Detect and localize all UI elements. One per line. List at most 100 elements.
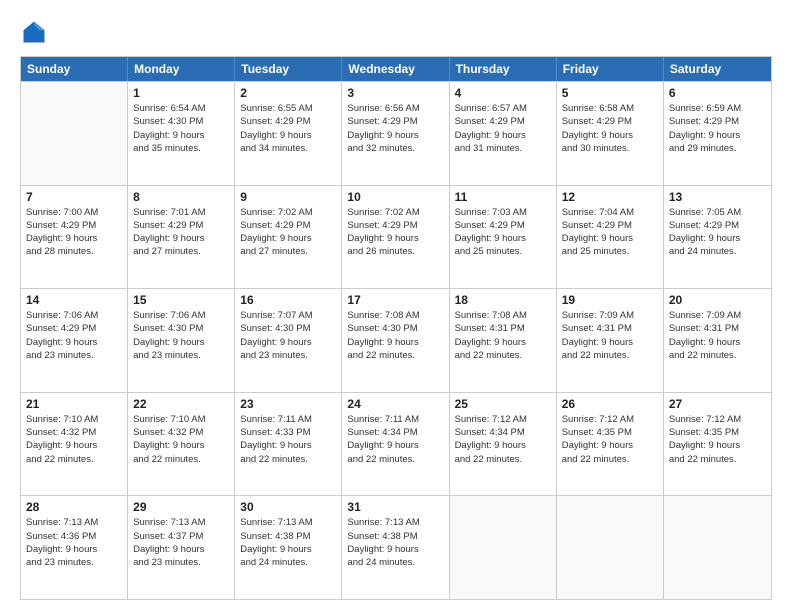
day-number: 5	[562, 86, 658, 100]
day-info: Sunrise: 6:59 AM Sunset: 4:29 PM Dayligh…	[669, 102, 766, 155]
day-info: Sunrise: 7:01 AM Sunset: 4:29 PM Dayligh…	[133, 206, 229, 259]
calendar-cell: 28 Sunrise: 7:13 AM Sunset: 4:36 PM Dayli…	[21, 496, 128, 599]
calendar-cell: 13Sunrise: 7:05 AM Sunset: 4:29 PM Dayli…	[664, 186, 771, 289]
header-day-thursday: Thursday	[450, 57, 557, 81]
calendar-cell: 17 Sunrise: 7:08 AM Sunset: 4:30 PM Dayli…	[342, 289, 449, 392]
day-info: Sunrise: 7:13 AM Sunset: 4:38 PM Dayligh…	[240, 516, 336, 569]
calendar-cell: 20 Sunrise: 7:09 AM Sunset: 4:31 PM Dayli…	[664, 289, 771, 392]
day-info: Sunrise: 7:06 AM Sunset: 4:30 PM Dayligh…	[133, 309, 229, 362]
day-info: Sunrise: 6:54 AM Sunset: 4:30 PM Dayligh…	[133, 102, 229, 155]
day-info: Sunrise: 7:09 AM Sunset: 4:31 PM Dayligh…	[669, 309, 766, 362]
day-number: 26	[562, 397, 658, 411]
day-info: Sunrise: 7:13 AM Sunset: 4:37 PM Dayligh…	[133, 516, 229, 569]
day-number: 14	[26, 293, 122, 307]
calendar-cell: 11 Sunrise: 7:03 AM Sunset: 4:29 PM Dayli…	[450, 186, 557, 289]
day-number: 24	[347, 397, 443, 411]
calendar-week-3: 14 Sunrise: 7:06 AM Sunset: 4:29 PM Dayli…	[21, 288, 771, 392]
calendar-cell: 31 Sunrise: 7:13 AM Sunset: 4:38 PM Dayli…	[342, 496, 449, 599]
calendar-cell: 21 Sunrise: 7:10 AM Sunset: 4:32 PM Dayli…	[21, 393, 128, 496]
day-info: Sunrise: 7:04 AM Sunset: 4:29 PM Dayligh…	[562, 206, 658, 259]
day-info: Sunrise: 7:11 AM Sunset: 4:34 PM Dayligh…	[347, 413, 443, 466]
calendar-week-4: 21 Sunrise: 7:10 AM Sunset: 4:32 PM Dayli…	[21, 392, 771, 496]
day-number: 3	[347, 86, 443, 100]
day-number: 28	[26, 500, 122, 514]
day-number: 7	[26, 190, 122, 204]
calendar-cell: 4 Sunrise: 6:57 AM Sunset: 4:29 PM Daylig…	[450, 82, 557, 185]
day-number: 29	[133, 500, 229, 514]
day-info: Sunrise: 7:13 AM Sunset: 4:38 PM Dayligh…	[347, 516, 443, 569]
header-day-tuesday: Tuesday	[235, 57, 342, 81]
day-info: Sunrise: 6:57 AM Sunset: 4:29 PM Dayligh…	[455, 102, 551, 155]
calendar-cell: 10Sunrise: 7:02 AM Sunset: 4:29 PM Dayli…	[342, 186, 449, 289]
calendar-header: SundayMondayTuesdayWednesdayThursdayFrid…	[21, 57, 771, 81]
calendar-cell: 14 Sunrise: 7:06 AM Sunset: 4:29 PM Dayli…	[21, 289, 128, 392]
day-number: 10	[347, 190, 443, 204]
day-info: Sunrise: 7:11 AM Sunset: 4:33 PM Dayligh…	[240, 413, 336, 466]
calendar-cell	[557, 496, 664, 599]
day-number: 13	[669, 190, 766, 204]
header-day-wednesday: Wednesday	[342, 57, 449, 81]
day-info: Sunrise: 7:07 AM Sunset: 4:30 PM Dayligh…	[240, 309, 336, 362]
page: SundayMondayTuesdayWednesdayThursdayFrid…	[0, 0, 792, 612]
logo	[20, 18, 52, 46]
day-info: Sunrise: 7:12 AM Sunset: 4:35 PM Dayligh…	[669, 413, 766, 466]
calendar-cell: 15 Sunrise: 7:06 AM Sunset: 4:30 PM Dayli…	[128, 289, 235, 392]
day-number: 6	[669, 86, 766, 100]
day-info: Sunrise: 7:10 AM Sunset: 4:32 PM Dayligh…	[26, 413, 122, 466]
day-number: 21	[26, 397, 122, 411]
calendar-cell: 22 Sunrise: 7:10 AM Sunset: 4:32 PM Dayli…	[128, 393, 235, 496]
day-info: Sunrise: 6:58 AM Sunset: 4:29 PM Dayligh…	[562, 102, 658, 155]
day-info: Sunrise: 7:12 AM Sunset: 4:34 PM Dayligh…	[455, 413, 551, 466]
calendar-cell: 8 Sunrise: 7:01 AM Sunset: 4:29 PM Daylig…	[128, 186, 235, 289]
calendar-cell: 25 Sunrise: 7:12 AM Sunset: 4:34 PM Dayli…	[450, 393, 557, 496]
day-info: Sunrise: 7:08 AM Sunset: 4:30 PM Dayligh…	[347, 309, 443, 362]
day-info: Sunrise: 7:09 AM Sunset: 4:31 PM Dayligh…	[562, 309, 658, 362]
day-number: 17	[347, 293, 443, 307]
day-number: 27	[669, 397, 766, 411]
calendar-cell: 26 Sunrise: 7:12 AM Sunset: 4:35 PM Dayli…	[557, 393, 664, 496]
day-number: 31	[347, 500, 443, 514]
day-number: 25	[455, 397, 551, 411]
day-number: 30	[240, 500, 336, 514]
header	[20, 18, 772, 46]
calendar-cell: 23 Sunrise: 7:11 AM Sunset: 4:33 PM Dayli…	[235, 393, 342, 496]
header-day-saturday: Saturday	[664, 57, 771, 81]
day-number: 15	[133, 293, 229, 307]
day-number: 4	[455, 86, 551, 100]
calendar-cell: 9Sunrise: 7:02 AM Sunset: 4:29 PM Daylig…	[235, 186, 342, 289]
calendar-cell: 18Sunrise: 7:08 AM Sunset: 4:31 PM Dayli…	[450, 289, 557, 392]
day-number: 23	[240, 397, 336, 411]
day-info: Sunrise: 7:06 AM Sunset: 4:29 PM Dayligh…	[26, 309, 122, 362]
day-info: Sunrise: 7:03 AM Sunset: 4:29 PM Dayligh…	[455, 206, 551, 259]
calendar-cell: 2Sunrise: 6:55 AM Sunset: 4:29 PM Daylig…	[235, 82, 342, 185]
calendar-cell: 3Sunrise: 6:56 AM Sunset: 4:29 PM Daylig…	[342, 82, 449, 185]
calendar-week-1: 1 Sunrise: 6:54 AM Sunset: 4:30 PM Daylig…	[21, 81, 771, 185]
day-number: 8	[133, 190, 229, 204]
day-info: Sunrise: 7:12 AM Sunset: 4:35 PM Dayligh…	[562, 413, 658, 466]
calendar-cell: 19Sunrise: 7:09 AM Sunset: 4:31 PM Dayli…	[557, 289, 664, 392]
day-number: 11	[455, 190, 551, 204]
calendar-cell: 6 Sunrise: 6:59 AM Sunset: 4:29 PM Daylig…	[664, 82, 771, 185]
header-day-sunday: Sunday	[21, 57, 128, 81]
day-number: 1	[133, 86, 229, 100]
logo-icon	[20, 18, 48, 46]
calendar-cell: 27 Sunrise: 7:12 AM Sunset: 4:35 PM Dayli…	[664, 393, 771, 496]
calendar-cell: 29 Sunrise: 7:13 AM Sunset: 4:37 PM Dayli…	[128, 496, 235, 599]
day-info: Sunrise: 7:08 AM Sunset: 4:31 PM Dayligh…	[455, 309, 551, 362]
day-info: Sunrise: 7:10 AM Sunset: 4:32 PM Dayligh…	[133, 413, 229, 466]
calendar-cell: 16Sunrise: 7:07 AM Sunset: 4:30 PM Dayli…	[235, 289, 342, 392]
calendar-cell: 7 Sunrise: 7:00 AM Sunset: 4:29 PM Daylig…	[21, 186, 128, 289]
calendar-body: 1 Sunrise: 6:54 AM Sunset: 4:30 PM Daylig…	[21, 81, 771, 599]
calendar-cell	[21, 82, 128, 185]
calendar-cell	[664, 496, 771, 599]
calendar-cell	[450, 496, 557, 599]
calendar-cell: 30 Sunrise: 7:13 AM Sunset: 4:38 PM Dayli…	[235, 496, 342, 599]
day-number: 9	[240, 190, 336, 204]
calendar-cell: 5 Sunrise: 6:58 AM Sunset: 4:29 PM Daylig…	[557, 82, 664, 185]
calendar-week-5: 28 Sunrise: 7:13 AM Sunset: 4:36 PM Dayli…	[21, 495, 771, 599]
day-number: 22	[133, 397, 229, 411]
day-number: 2	[240, 86, 336, 100]
day-number: 20	[669, 293, 766, 307]
day-info: Sunrise: 7:00 AM Sunset: 4:29 PM Dayligh…	[26, 206, 122, 259]
day-info: Sunrise: 7:13 AM Sunset: 4:36 PM Dayligh…	[26, 516, 122, 569]
